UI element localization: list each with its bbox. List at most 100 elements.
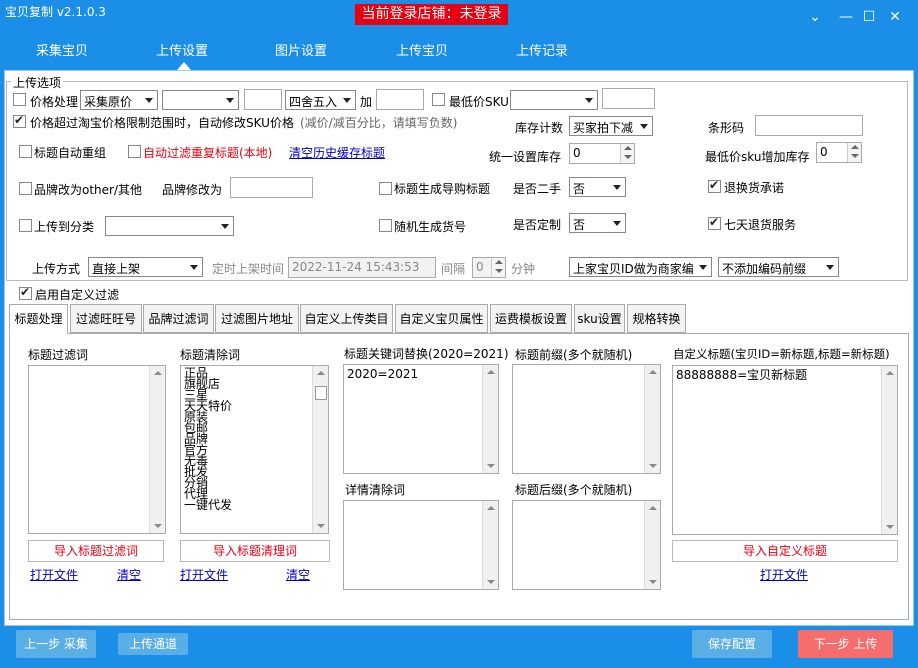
nav-image-settings[interactable]: 图片设置 xyxy=(275,40,327,59)
tab-shipping-template[interactable]: 运费模板设置 xyxy=(490,304,572,333)
custom-title-scrollbar[interactable] xyxy=(881,366,897,534)
spinner-arrows-icon[interactable] xyxy=(491,258,505,277)
scroll-up-icon[interactable] xyxy=(649,370,657,374)
return-promise-checkbox[interactable] xyxy=(708,178,721,193)
spinner-arrows-icon[interactable] xyxy=(847,143,861,162)
brand-other-checkbox[interactable] xyxy=(19,182,32,195)
nav-upload-log[interactable]: 上传记录 xyxy=(516,40,568,59)
title-suffix-scrollbar[interactable] xyxy=(644,501,660,589)
barcode-input[interactable] xyxy=(755,115,863,136)
code-prefix-select[interactable]: 不添加编码前缀 xyxy=(718,257,839,277)
rounding-select[interactable]: 四舍五入 xyxy=(285,90,356,110)
lowest-sku-select[interactable] xyxy=(510,90,598,110)
price-processing-checkbox[interactable] xyxy=(13,93,26,106)
spinner-arrows-icon[interactable] xyxy=(620,144,634,163)
custom-title-open-file-link[interactable]: 打开文件 xyxy=(760,566,808,583)
scroll-down-icon[interactable] xyxy=(649,464,657,468)
save-config-button[interactable]: 保存配置 xyxy=(692,630,772,658)
unified-stock-spinner[interactable]: 0 xyxy=(569,143,635,164)
scroll-up-icon[interactable] xyxy=(317,371,325,375)
filter-dup-title-checkbox[interactable] xyxy=(128,145,141,158)
import-custom-title-button[interactable]: 导入自定义标题 xyxy=(672,540,898,562)
clear-words-clear-link[interactable]: 清空 xyxy=(286,566,310,583)
auto-fix-sku-checkbox[interactable] xyxy=(13,113,26,128)
lowest-sku-checkbox[interactable] xyxy=(432,93,445,106)
tab-sku-settings[interactable]: sku设置 xyxy=(574,304,625,333)
random-sku-no-checkbox[interactable] xyxy=(379,219,392,232)
upload-category-select[interactable] xyxy=(105,216,234,236)
scroll-up-icon[interactable] xyxy=(154,371,162,375)
prev-step-button[interactable]: 上一步 采集 xyxy=(16,630,96,658)
custom-title-textarea[interactable]: 88888888=宝贝新标题 xyxy=(672,365,898,535)
nav-collect[interactable]: 采集宝贝 xyxy=(36,40,88,59)
import-clear-words-button[interactable]: 导入标题清理词 xyxy=(180,540,330,562)
keyword-replace-scrollbar[interactable] xyxy=(482,365,498,473)
menu-chevron-icon[interactable]: ⌄ xyxy=(805,8,825,28)
add-value-input[interactable] xyxy=(376,89,424,110)
scroll-up-icon[interactable] xyxy=(487,370,495,374)
upload-method-select[interactable]: 直接上架 xyxy=(88,257,203,277)
upload-channel-button[interactable]: 上传通道 xyxy=(118,633,188,655)
second-hand-select[interactable]: 否 xyxy=(569,177,626,197)
tab-custom-attributes[interactable]: 自定义宝贝属性 xyxy=(395,304,488,333)
clear-words-open-file-link[interactable]: 打开文件 xyxy=(180,566,228,583)
scroll-down-icon[interactable] xyxy=(154,524,162,528)
custom-title-label: 自定义标题(宝贝ID=新标题,标题=新标题) xyxy=(673,347,890,361)
title-bar: 宝贝复制 v2.1.0.3 当前登录店铺：未登录 ⌄ — ☐ ✕ xyxy=(0,0,918,30)
import-filter-words-button[interactable]: 导入标题过滤词 xyxy=(28,540,164,562)
scheduled-time-input[interactable]: 2022-11-24 15:43:53 xyxy=(288,257,436,278)
clear-words-scrollbar[interactable] xyxy=(312,366,328,533)
detail-clear-scrollbar[interactable] xyxy=(482,501,498,589)
title-regroup-checkbox[interactable] xyxy=(19,145,32,158)
tab-filter-wangwang[interactable]: 过滤旺旺号 xyxy=(70,304,142,333)
nav-upload-settings[interactable]: 上传设置 xyxy=(156,40,208,59)
tab-brand-filter[interactable]: 品牌过滤词 xyxy=(143,304,214,333)
interval-spinner[interactable]: 0 xyxy=(472,257,506,278)
list-item[interactable]: 一键代发 xyxy=(184,499,232,511)
filter-words-clear-link[interactable]: 清空 xyxy=(117,566,141,583)
min-sku-stock-spinner[interactable]: 0 xyxy=(816,142,862,163)
price-source-select[interactable]: 采集原价 xyxy=(80,90,158,110)
seven-day-return-checkbox[interactable] xyxy=(708,215,721,230)
filter-words-scrollbar[interactable] xyxy=(149,366,165,533)
price-operation-select[interactable] xyxy=(162,90,239,110)
tab-title-processing[interactable]: 标题处理 xyxy=(9,304,68,334)
tab-spec-conversion[interactable]: 规格转换 xyxy=(627,304,686,333)
merchant-code-select[interactable]: 上家宝贝ID做为商家编 xyxy=(569,257,712,277)
lowest-sku-input[interactable] xyxy=(602,88,655,109)
tab-custom-category[interactable]: 自定义上传类目 xyxy=(300,304,393,333)
scroll-up-icon[interactable] xyxy=(886,371,894,375)
title-prefix-textarea[interactable] xyxy=(512,364,661,474)
title-guide-checkbox[interactable] xyxy=(379,182,392,195)
scroll-down-icon[interactable] xyxy=(487,464,495,468)
close-icon[interactable]: ✕ xyxy=(885,8,905,28)
tab-filter-image-url[interactable]: 过滤图片地址 xyxy=(215,304,299,333)
filter-words-open-file-link[interactable]: 打开文件 xyxy=(30,566,78,583)
clear-history-link[interactable]: 清空历史缓存标题 xyxy=(289,144,385,161)
title-suffix-textarea[interactable] xyxy=(512,500,661,590)
next-step-button[interactable]: 下一步 上传 xyxy=(798,630,893,658)
title-prefix-scrollbar[interactable] xyxy=(644,365,660,473)
scroll-down-icon[interactable] xyxy=(886,525,894,529)
upload-options-legend: 上传选项 xyxy=(11,74,64,91)
scroll-thumb[interactable] xyxy=(315,386,327,400)
clear-words-list[interactable]: 正品 旗舰店 三星 天天特价 原装 包邮 品牌 官方 无毒 批发 分销 代理 一… xyxy=(180,365,329,534)
scroll-up-icon[interactable] xyxy=(649,506,657,510)
maximize-icon[interactable]: ☐ xyxy=(859,8,879,28)
scroll-up-icon[interactable] xyxy=(487,506,495,510)
filter-words-list[interactable] xyxy=(28,365,166,534)
scroll-down-icon[interactable] xyxy=(487,580,495,584)
price-value-input[interactable] xyxy=(244,89,282,110)
brand-change-input[interactable] xyxy=(230,177,313,198)
keyword-replace-textarea[interactable]: 2020=2021 xyxy=(343,364,499,474)
detail-clear-textarea[interactable] xyxy=(343,500,499,590)
enable-custom-filter-checkbox[interactable] xyxy=(19,285,32,300)
upload-category-checkbox[interactable] xyxy=(19,219,32,232)
scroll-down-icon[interactable] xyxy=(317,524,325,528)
scroll-down-icon[interactable] xyxy=(649,580,657,584)
customized-select[interactable]: 否 xyxy=(569,213,626,233)
minimize-icon[interactable]: — xyxy=(836,8,856,28)
keyword-replace-label: 标题关键词替换(2020=2021) xyxy=(344,347,509,361)
inventory-count-select[interactable]: 买家拍下减 xyxy=(569,116,653,136)
nav-upload-items[interactable]: 上传宝贝 xyxy=(396,40,448,59)
